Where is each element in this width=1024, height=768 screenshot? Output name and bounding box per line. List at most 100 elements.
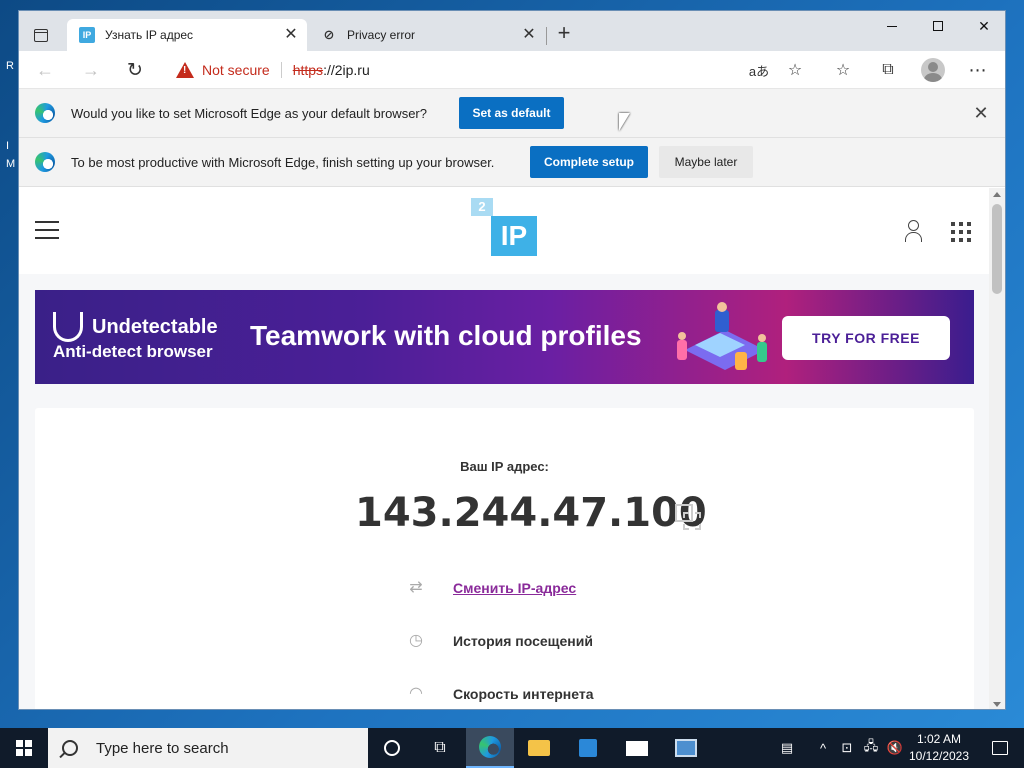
menu-item-speed[interactable]: ◠ Скорость интернета: [405, 681, 594, 707]
error-page-icon: ⊘: [323, 27, 335, 42]
windows-taskbar: Type here to search ⧉ ▤ ^ ⊡ 🖧 🔇 1:02 AM …: [0, 728, 1024, 768]
taskbar-edge[interactable]: [466, 728, 514, 768]
copy-icon[interactable]: [675, 504, 701, 530]
complete-setup-button[interactable]: Complete setup: [530, 146, 648, 178]
edge-logo-icon: [35, 152, 55, 172]
team-illustration-icon: [677, 302, 767, 370]
speedometer-icon: ◠: [409, 685, 423, 702]
mail-icon: [626, 740, 648, 756]
tab-title: Privacy error: [347, 28, 416, 42]
mouse-cursor-icon: [619, 113, 630, 131]
user-account-icon[interactable]: [904, 220, 922, 242]
scroll-down-arrow-icon[interactable]: [993, 702, 1001, 707]
try-for-free-button[interactable]: TRY FOR FREE: [782, 316, 950, 360]
clock-time: 1:02 AM: [916, 732, 962, 746]
store-icon: [579, 739, 597, 757]
ip-label: Ваш IP адрес:: [460, 459, 549, 474]
profile-button[interactable]: [919, 56, 947, 84]
cortana-button[interactable]: [368, 728, 416, 768]
back-button[interactable]: ←: [31, 56, 59, 84]
taskbar-store[interactable]: [564, 728, 612, 768]
network-icon[interactable]: 🖧: [860, 728, 882, 768]
start-button[interactable]: [0, 728, 48, 768]
menu-item-history[interactable]: ◷ История посещений: [405, 628, 593, 654]
speed-label[interactable]: Скорость интернета: [453, 686, 594, 702]
ip-favicon-icon: IP: [79, 27, 95, 43]
security-status[interactable]: Not secure: [202, 62, 270, 78]
web-page-content: 2 IP Undetectable Anti-detect browser Te…: [19, 188, 991, 709]
tab-2ip[interactable]: IP Узнать IP адрес ✕: [67, 19, 307, 51]
volume-muted-icon[interactable]: 🔇: [884, 728, 906, 768]
title-bar: IP Узнать IP адрес ✕ ⊘ Privacy error ✕ +…: [19, 11, 1005, 51]
webcam-icon[interactable]: ⊡: [836, 728, 858, 768]
maybe-later-button[interactable]: Maybe later: [659, 146, 753, 178]
more-options-icon[interactable]: ⋯: [964, 56, 992, 84]
desktop-icon-fragment: M: [6, 158, 16, 170]
taskbar-file-explorer[interactable]: [515, 728, 563, 768]
minimize-button[interactable]: [869, 11, 915, 41]
default-browser-infobar: Would you like to set Microsoft Edge as …: [19, 89, 1005, 138]
maximize-button[interactable]: [915, 11, 961, 41]
show-hidden-icons-chevron-icon[interactable]: ^: [812, 728, 834, 768]
warning-icon[interactable]: [176, 62, 194, 78]
tab-actions-icon: [34, 28, 48, 42]
taskbar-remote-desktop[interactable]: [662, 728, 710, 768]
vertical-scrollbar[interactable]: [989, 188, 1005, 709]
navigation-bar: ← → ↻ Not secure https://2ip.ru aあ ☆ ☆ ⧉…: [19, 51, 1005, 89]
people-icon[interactable]: ▤: [772, 728, 802, 768]
forward-button[interactable]: →: [77, 56, 105, 84]
logo-badge: 2: [471, 198, 493, 216]
windows-logo-icon: [16, 740, 32, 756]
history-icon: ◷: [409, 632, 423, 649]
minimize-icon: [887, 25, 897, 27]
apps-grid-icon[interactable]: [951, 222, 971, 242]
taskbar-mail[interactable]: [613, 728, 661, 768]
set-as-default-button[interactable]: Set as default: [459, 97, 564, 129]
edge-browser-window: IP Узнать IP адрес ✕ ⊘ Privacy error ✕ +…: [18, 10, 1006, 710]
menu-item-change-ip[interactable]: ⇄ Сменить IP-адрес: [405, 575, 576, 601]
scroll-up-arrow-icon[interactable]: [993, 192, 1001, 197]
banner-brand: Undetectable: [92, 316, 218, 338]
tab-actions-button[interactable]: [27, 21, 55, 49]
maximize-icon: [933, 21, 943, 31]
close-tab-icon[interactable]: ✕: [519, 25, 539, 45]
tab-title: Узнать IP адрес: [105, 28, 194, 42]
system-clock[interactable]: 1:02 AM 10/12/2023: [904, 731, 974, 765]
url-scheme: https: [292, 62, 324, 78]
search-icon: [62, 740, 78, 756]
scroll-thumb[interactable]: [992, 204, 1002, 294]
clock-date: 10/12/2023: [908, 749, 970, 763]
ip-address-value[interactable]: 143.244.47.100: [355, 490, 707, 536]
task-view-button[interactable]: ⧉: [416, 728, 464, 768]
ip-info-card: Ваш IP адрес: 143.244.47.100 ⇄ Сменить I…: [35, 408, 974, 709]
desktop-icon-fragment: I: [6, 140, 10, 152]
close-tab-icon[interactable]: ✕: [281, 25, 301, 45]
hamburger-menu-icon[interactable]: [35, 221, 59, 239]
tab-privacy-error[interactable]: ⊘ Privacy error ✕: [309, 19, 545, 51]
edge-icon: [479, 736, 501, 758]
avatar-icon: [921, 58, 945, 82]
taskbar-search-box[interactable]: Type here to search: [48, 728, 368, 768]
remote-desktop-icon: [675, 739, 697, 757]
new-tab-button[interactable]: +: [553, 22, 575, 45]
banner-subtitle: Anti-detect browser: [53, 342, 213, 361]
change-ip-icon: ⇄: [409, 579, 423, 596]
close-window-button[interactable]: ✕: [961, 11, 1005, 41]
history-label[interactable]: История посещений: [453, 633, 593, 649]
favorites-icon[interactable]: ☆: [829, 56, 857, 84]
folder-icon: [528, 740, 550, 756]
collections-icon[interactable]: ⧉: [874, 56, 902, 84]
url-host: ://2ip.ru: [323, 62, 370, 78]
notification-icon: [992, 741, 1008, 755]
read-aloud-icon[interactable]: aあ: [745, 56, 773, 84]
change-ip-link[interactable]: Сменить IP-адрес: [453, 580, 576, 596]
address-separator: [280, 62, 282, 78]
close-infobar-icon[interactable]: ✕: [971, 103, 991, 123]
refresh-button[interactable]: ↻: [121, 56, 149, 84]
add-favorite-icon[interactable]: ☆: [781, 56, 809, 84]
site-logo[interactable]: 2 IP: [471, 198, 541, 258]
advertisement-banner[interactable]: Undetectable Anti-detect browser Teamwor…: [35, 290, 974, 384]
action-center-button[interactable]: [976, 728, 1024, 768]
banner-headline: Teamwork with cloud profiles: [250, 320, 642, 351]
logo-mark: IP: [491, 216, 537, 256]
